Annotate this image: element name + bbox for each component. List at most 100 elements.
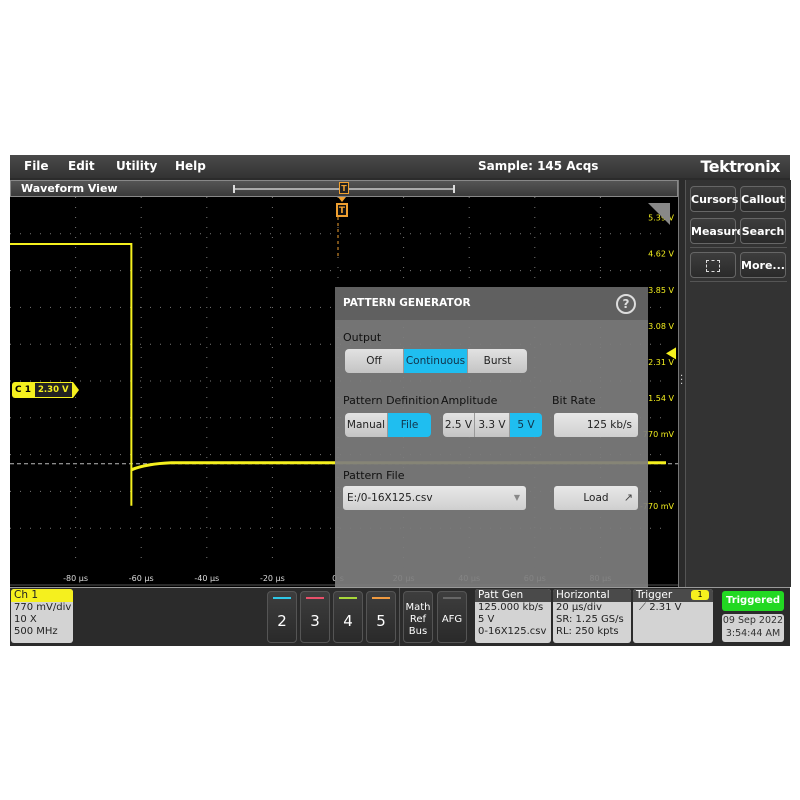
horizontal-badge[interactable]: Horizontal 20 µs/div SR: 1.25 GS/s RL: 2… xyxy=(553,589,631,643)
time-label: 3:54:44 AM xyxy=(725,628,781,639)
pattern-definition-label: Pattern Definition xyxy=(343,394,440,407)
time-axis-label: -20 µs xyxy=(260,574,285,583)
trigger-level: 2.31 V xyxy=(649,602,682,613)
search-button[interactable]: Search xyxy=(740,218,786,244)
zoom-icon xyxy=(706,260,720,272)
volt-scale-label: 2.31 V xyxy=(648,358,674,367)
channel-4-color-bar xyxy=(339,597,357,599)
channel-1-offset-value: 2.30 V xyxy=(34,382,73,398)
channel-2-color-bar xyxy=(273,597,291,599)
side-panel-divider xyxy=(690,247,787,248)
trigger-marker-tip-icon xyxy=(338,197,346,202)
acquisition-status: Sample: 145 Acqs xyxy=(478,159,599,173)
channel-1-bandwidth: 500 MHz xyxy=(14,626,58,637)
horizontal-scale: 20 µs/div xyxy=(556,602,602,613)
callout-button[interactable]: Callout xyxy=(740,186,786,212)
channel-4-button[interactable]: 4 xyxy=(333,591,363,643)
channel-1-trace-high xyxy=(10,242,133,506)
menu-bar: File Edit Utility Help Sample: 145 Acqs … xyxy=(10,155,790,178)
horizontal-record-length: RL: 250 kpts xyxy=(556,626,619,637)
channel-1-label: C 1 xyxy=(12,382,35,398)
trigger-badge[interactable]: Trigger 1 ⟋ 2.31 V xyxy=(633,589,713,643)
channel-1-badge[interactable]: Ch 1 770 mV/div 10 X 500 MHz xyxy=(11,589,73,643)
volt-scale-label: 3.08 V xyxy=(648,322,674,331)
output-burst-button[interactable]: Burst xyxy=(468,349,527,373)
chevron-down-icon: ▼ xyxy=(513,493,520,502)
record-view-bar[interactable]: T xyxy=(233,182,455,194)
menu-help[interactable]: Help xyxy=(175,159,206,173)
channel-5-button[interactable]: 5 xyxy=(366,591,396,643)
math-label: Math xyxy=(405,602,431,613)
bit-rate-input[interactable]: 125 kb/s xyxy=(554,413,638,437)
cursors-button[interactable]: Cursors xyxy=(690,186,738,212)
load-button[interactable]: Load ↗ xyxy=(554,486,638,510)
side-panel: Cursors Callout Measure Search More... xyxy=(685,180,791,587)
horizontal-sample-rate: SR: 1.25 GS/s xyxy=(556,614,624,625)
patt-gen-badge[interactable]: Patt Gen 125.000 kb/s 5 V 0-16X125.csv xyxy=(475,589,551,643)
zoom-corner-icon[interactable] xyxy=(648,203,670,225)
trigger-title: Trigger xyxy=(636,589,673,601)
patt-gen-title: Patt Gen xyxy=(475,589,551,602)
waveform-view-titlebar: Waveform View T xyxy=(10,180,678,197)
rising-edge-icon: ⟋ xyxy=(639,602,646,613)
grip-icon: · · · xyxy=(680,371,684,390)
pattern-file-label: Pattern File xyxy=(343,469,405,482)
volt-scale-label: 1.54 V xyxy=(648,394,674,403)
time-axis-label: -60 µs xyxy=(129,574,154,583)
time-axis-label: -40 µs xyxy=(194,574,219,583)
amplitude-3-3v-button[interactable]: 3.3 V xyxy=(475,413,510,437)
patt-gen-rate: 125.000 kb/s xyxy=(478,602,544,613)
waveform-graticule[interactable]: 5.39 V 4.62 V 3.85 V 3.08 V 2.31 V 1.54 V 770 … xyxy=(10,197,678,587)
record-trigger-marker: T xyxy=(339,182,349,194)
trigger-title-row: Trigger 1 xyxy=(633,589,713,602)
measure-button[interactable]: Measure xyxy=(690,218,744,244)
zoom-button[interactable] xyxy=(690,252,736,278)
channel-1-offset-marker[interactable]: C 1 2.30 V xyxy=(12,382,79,398)
more-button[interactable]: More... xyxy=(740,252,786,278)
channel-3-button[interactable]: 3 xyxy=(300,591,330,643)
volt-scale-label: 3.85 V xyxy=(648,286,674,295)
bus-label: Bus xyxy=(408,626,428,637)
date-label: 09 Sep 2022 xyxy=(722,615,784,626)
menu-edit[interactable]: Edit xyxy=(68,159,95,173)
acquisition-state-badge[interactable]: Triggered xyxy=(722,591,784,611)
datetime-display[interactable]: 09 Sep 2022 3:54:44 AM xyxy=(722,614,784,642)
channel-1-probe: 10 X xyxy=(14,614,37,625)
afg-button[interactable]: AFG xyxy=(437,591,467,643)
patt-gen-file: 0-16X125.csv xyxy=(478,626,547,637)
horizontal-title: Horizontal xyxy=(553,589,631,602)
channel-2-button[interactable]: 2 xyxy=(267,591,297,643)
bit-rate-label: Bit Rate xyxy=(552,394,596,407)
help-icon[interactable]: ? xyxy=(616,294,636,314)
volt-scale-label: 4.62 V xyxy=(648,250,674,259)
settings-bar: Ch 1 770 mV/div 10 X 500 MHz 2 3 4 5 Mat… xyxy=(10,587,790,646)
channel-2-label: 2 xyxy=(277,612,287,630)
oscilloscope-app: File Edit Utility Help Sample: 145 Acqs … xyxy=(10,155,791,646)
trigger-marker-label: T xyxy=(338,206,346,216)
pattern-file-value: E:/0-16X125.csv xyxy=(347,492,433,504)
side-panel-divider-2 xyxy=(690,281,787,282)
amplitude-5v-button[interactable]: 5 V xyxy=(510,413,542,437)
external-link-icon: ↗ xyxy=(623,491,633,504)
pattern-file-dropdown[interactable]: E:/0-16X125.csv ▼ xyxy=(343,486,526,510)
trigger-position-marker[interactable]: T xyxy=(336,203,348,217)
channel-1-badge-title: Ch 1 xyxy=(11,589,73,602)
output-off-button[interactable]: Off xyxy=(345,349,404,373)
channel-5-label: 5 xyxy=(376,612,386,630)
trigger-level-row: ⟋ 2.31 V xyxy=(633,602,713,614)
pattern-file-button[interactable]: File xyxy=(388,413,431,437)
waveform-view-title: Waveform View xyxy=(21,182,118,195)
output-continuous-button[interactable]: Continuous xyxy=(404,349,468,373)
menu-file[interactable]: File xyxy=(24,159,49,173)
patt-gen-amplitude: 5 V xyxy=(478,614,495,625)
afg-label: AFG xyxy=(441,614,463,625)
channel-1-scale: 770 mV/div xyxy=(14,602,72,613)
pattern-manual-button[interactable]: Manual xyxy=(345,413,388,437)
channel-3-color-bar xyxy=(306,597,324,599)
pattern-generator-dialog: PATTERN GENERATOR ? Output Off Continuou… xyxy=(335,287,648,587)
menu-utility[interactable]: Utility xyxy=(116,159,157,173)
amplitude-2-5v-button[interactable]: 2.5 V xyxy=(443,413,475,437)
dialog-header: PATTERN GENERATOR ? xyxy=(335,287,648,320)
math-ref-bus-button[interactable]: Math Ref Bus xyxy=(403,591,433,643)
dialog-title: PATTERN GENERATOR xyxy=(343,297,471,309)
